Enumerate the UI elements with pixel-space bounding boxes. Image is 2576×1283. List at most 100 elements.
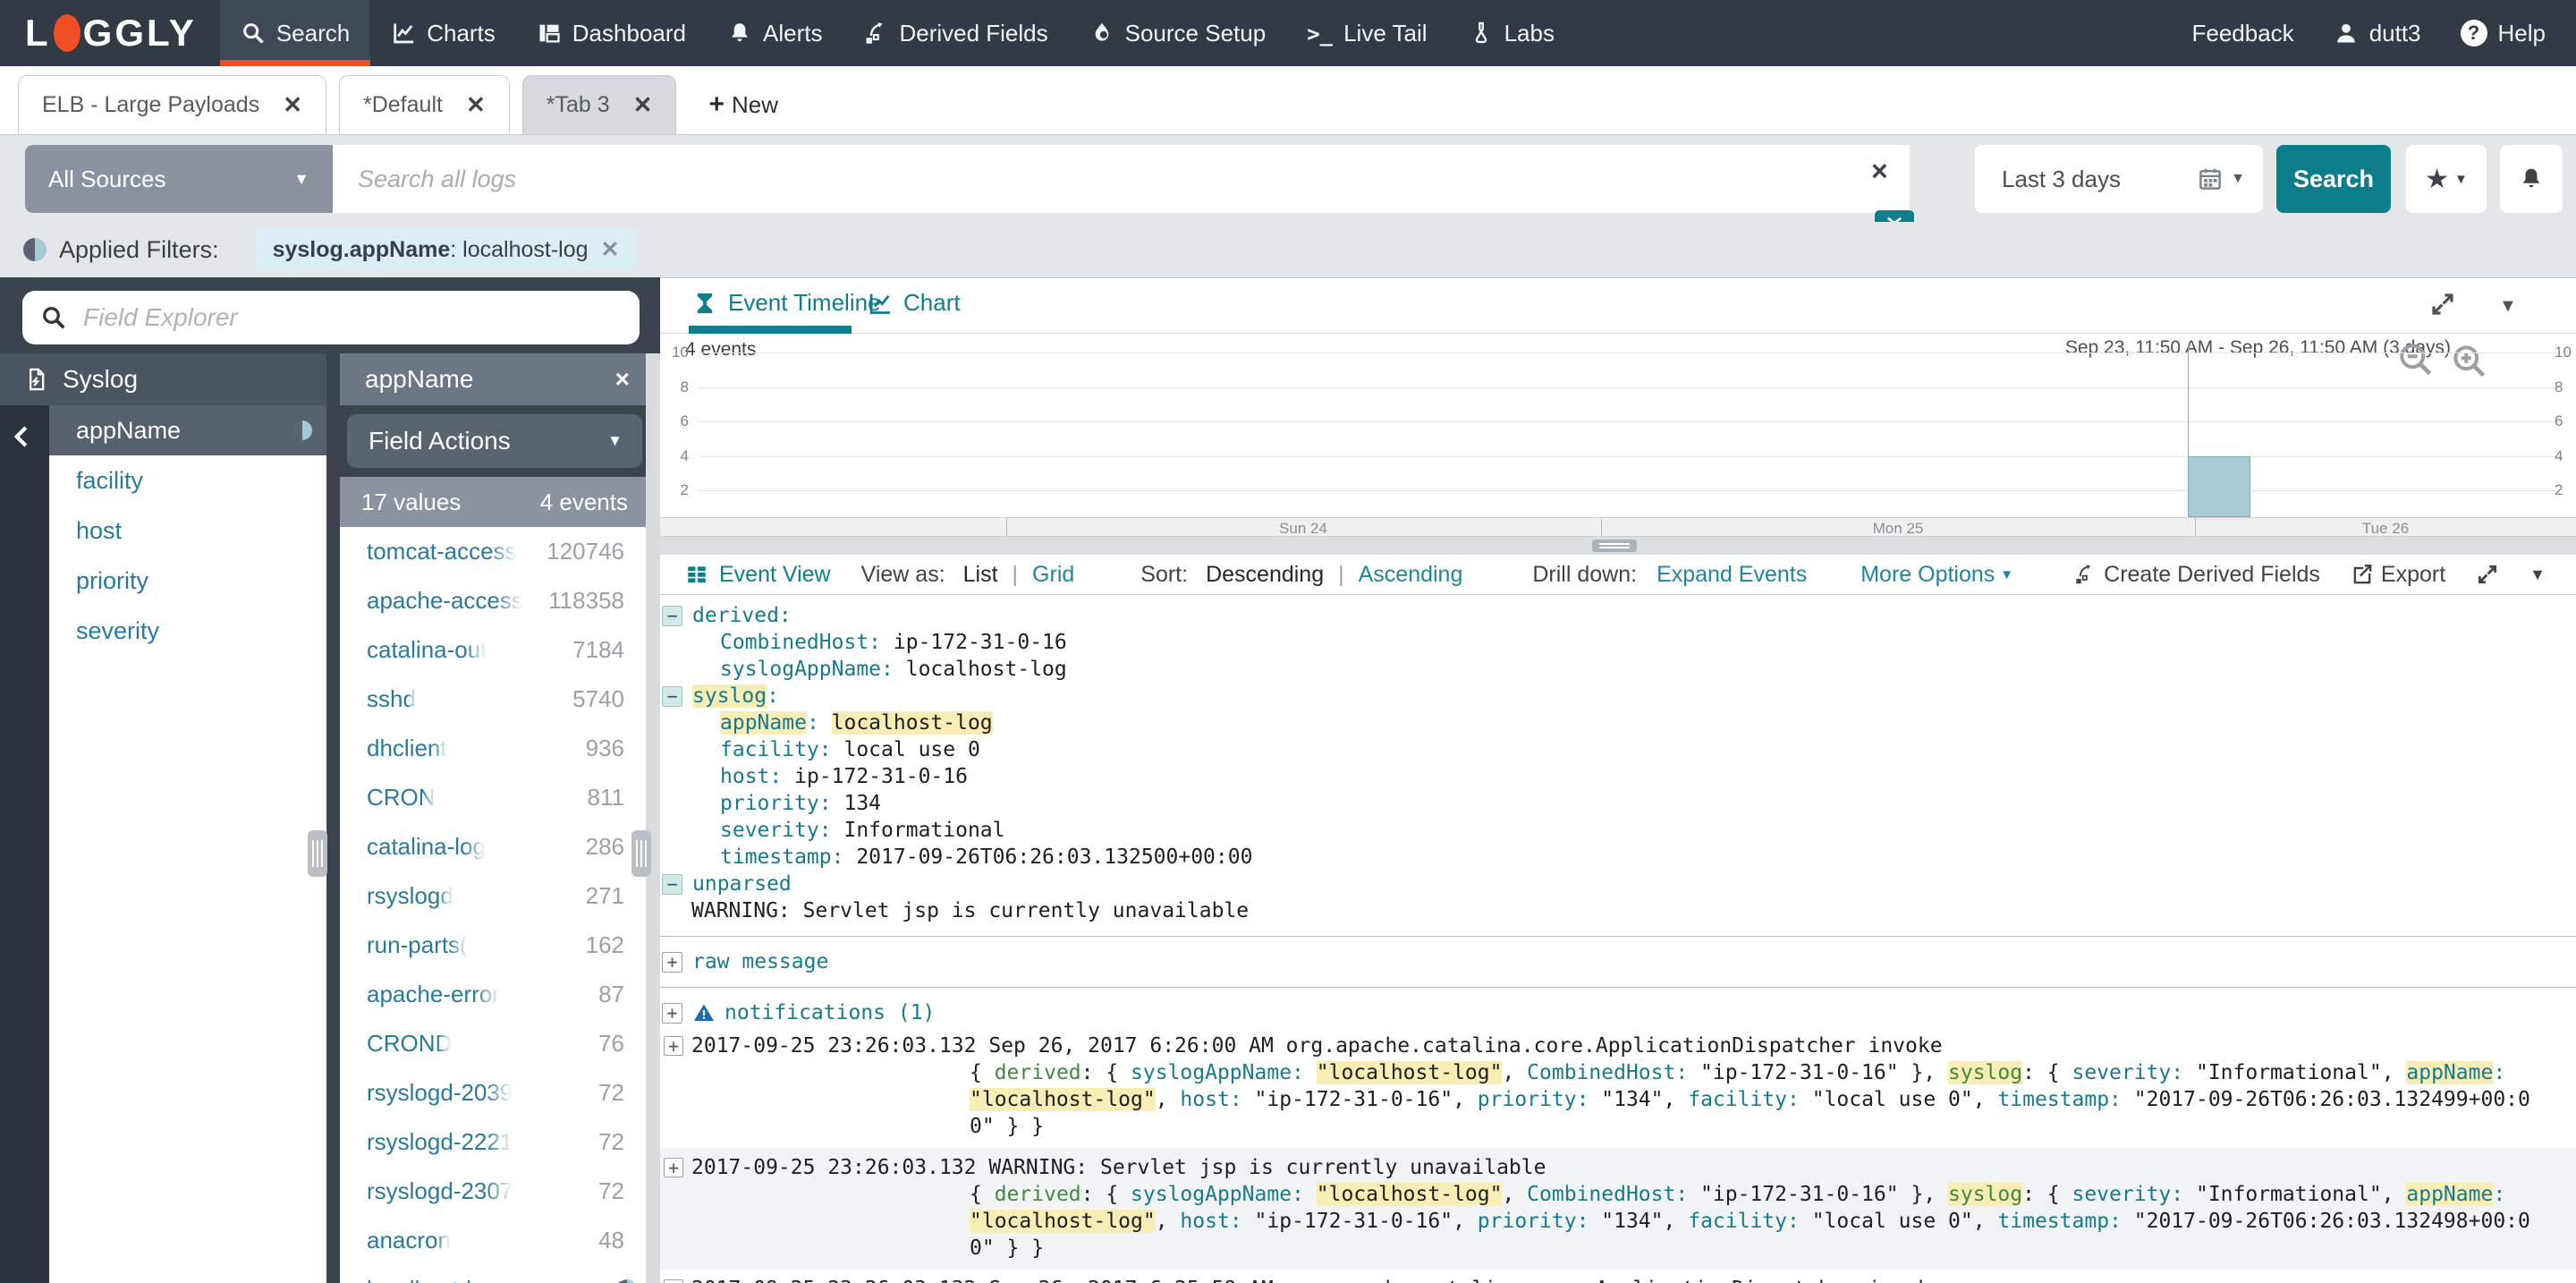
chart-scrollbar[interactable] <box>660 537 2576 555</box>
collapse-icon[interactable]: − <box>662 685 682 707</box>
expand-icon[interactable]: + <box>662 1002 682 1024</box>
value-row[interactable]: apache-access 118358 <box>340 576 646 625</box>
value-row[interactable]: sshd 5740 <box>340 675 646 724</box>
time-range-picker[interactable]: Last 3 days ▼ <box>1975 145 2263 213</box>
alert-button[interactable] <box>2500 145 2563 213</box>
value-row[interactable]: apache-error 87 <box>340 970 646 1019</box>
nav-item-charts[interactable]: Charts <box>370 0 516 66</box>
zoom-in-icon[interactable] <box>2449 341 2488 385</box>
value-name[interactable]: anacron <box>367 1227 451 1254</box>
nav-item-derived-fields[interactable]: Derived Fields <box>843 0 1068 66</box>
value-name[interactable]: CROND <box>367 1030 452 1058</box>
collapse-icon[interactable]: − <box>662 873 682 895</box>
expand-icon[interactable]: + <box>664 1279 683 1283</box>
value-row[interactable]: rsyslogd-2307 72 <box>340 1167 646 1216</box>
field-explorer-input[interactable] <box>81 302 622 333</box>
value-row[interactable]: catalina-out 7184 <box>340 625 646 675</box>
value-row[interactable]: run-parts(162 <box>340 921 646 970</box>
nav-item-live-tail[interactable]: >_ Live Tail <box>1286 0 1447 66</box>
expand-events-icon[interactable] <box>2476 563 2499 586</box>
value-name[interactable]: localhost-log <box>367 1276 497 1283</box>
sort-descending-option[interactable]: Descending <box>1206 562 1324 588</box>
value-name[interactable]: rsyslogd-2221 <box>367 1128 513 1156</box>
help-link[interactable]: ? Help <box>2460 20 2546 47</box>
search-button[interactable]: Search <box>2276 145 2391 213</box>
log-event-row[interactable]: +2017-09-25 23:26:03.132 WARNING: Servle… <box>660 1148 2576 1270</box>
value-name[interactable]: apache-access <box>367 587 523 615</box>
collapse-timeline-icon[interactable]: ▼ <box>2499 296 2517 317</box>
loggly-logo[interactable]: L GGLY <box>0 0 220 66</box>
search-tab-2[interactable]: *Default ✕ <box>339 75 510 134</box>
clear-search-icon[interactable]: × <box>1871 157 1888 185</box>
value-name[interactable]: rsyslogd-2039 <box>367 1079 513 1107</box>
value-row[interactable]: localhost-log4 <box>340 1265 646 1283</box>
value-row[interactable]: rsyslogd-2221 72 <box>340 1117 646 1167</box>
new-tab-button[interactable]: + New <box>689 75 798 134</box>
search-tab-3[interactable]: *Tab 3 ✕ <box>521 75 677 134</box>
nav-item-dashboard[interactable]: Dashboard <box>516 0 707 66</box>
nav-item-alerts[interactable]: Alerts <box>707 0 843 66</box>
nav-item-source-setup[interactable]: Source Setup <box>1069 0 1287 66</box>
search-tab-1[interactable]: ELB - Large Payloads ✕ <box>18 75 326 134</box>
remove-filter-icon[interactable]: ✕ <box>601 236 620 263</box>
collapse-events-icon[interactable]: ▼ <box>2529 565 2546 584</box>
search-input[interactable] <box>333 145 1910 213</box>
log-event-row[interactable]: +2017-09-25 23:26:03.132 Sep 26, 2017 6:… <box>660 1270 2576 1283</box>
nav-item-search[interactable]: Search <box>219 0 371 66</box>
expand-events-option[interactable]: Expand Events <box>1657 562 1807 588</box>
sidebar-field-severity[interactable]: severity <box>49 606 326 656</box>
sidebar-field-host[interactable]: host <box>49 506 326 556</box>
close-tab-icon[interactable]: ✕ <box>633 91 653 119</box>
value-name[interactable]: rsyslogd-2307 <box>367 1177 513 1205</box>
create-derived-fields-button[interactable]: Create Derived Fields <box>2073 562 2320 588</box>
value-row[interactable]: dhclient 936 <box>340 724 646 773</box>
field-actions-button[interactable]: Field Actions ▼ <box>347 414 642 468</box>
value-name[interactable]: dhclient <box>367 735 447 762</box>
value-row[interactable]: catalina-log 286 <box>340 822 646 871</box>
user-menu[interactable]: dutt3 <box>2334 20 2421 47</box>
expand-timeline-icon[interactable] <box>2429 291 2456 322</box>
view-list-option[interactable]: List <box>963 562 998 588</box>
expand-icon[interactable]: + <box>664 1158 683 1177</box>
close-icon[interactable]: × <box>615 365 630 394</box>
collapse-icon[interactable]: − <box>662 605 682 626</box>
sort-ascending-option[interactable]: Ascending <box>1359 562 1463 588</box>
value-row[interactable]: anacron 48 <box>340 1216 646 1265</box>
field-group-header[interactable]: Syslog <box>0 353 326 405</box>
saved-searches-button[interactable]: ★ ▼ <box>2406 145 2487 213</box>
value-name[interactable]: run-parts( <box>367 931 468 959</box>
sidebar-field-priority[interactable]: priority <box>49 556 326 606</box>
view-grid-option[interactable]: Grid <box>1032 562 1074 588</box>
event-count-bar[interactable] <box>2188 455 2250 517</box>
value-name[interactable]: tomcat-access <box>367 538 517 565</box>
event-view-title[interactable]: Event View <box>685 562 831 588</box>
zoom-out-icon[interactable] <box>2395 339 2435 383</box>
nav-item-labs[interactable]: Labs <box>1448 0 1575 66</box>
value-row[interactable]: rsyslogd 271 <box>340 871 646 921</box>
close-tab-icon[interactable]: ✕ <box>466 91 486 119</box>
chevron-left-icon[interactable] <box>9 421 36 452</box>
tab-event-timeline[interactable]: Event Timeline <box>692 289 881 317</box>
feedback-link[interactable]: Feedback <box>2192 20 2294 47</box>
value-name[interactable]: apache-error <box>367 981 500 1008</box>
value-name[interactable]: catalina-out <box>367 636 487 664</box>
close-tab-icon[interactable]: ✕ <box>283 91 302 119</box>
value-name[interactable]: rsyslogd <box>367 882 453 910</box>
value-name[interactable]: sshd <box>367 685 416 713</box>
sidebar-field-facility[interactable]: facility <box>49 455 326 506</box>
export-button[interactable]: Export <box>2351 562 2445 588</box>
value-row[interactable]: CROND 76 <box>340 1019 646 1068</box>
log-event-row[interactable]: +2017-09-25 23:26:03.132 Sep 26, 2017 6:… <box>660 1026 2576 1148</box>
value-row[interactable]: rsyslogd-2039 72 <box>340 1068 646 1117</box>
sidebar-field-appName[interactable]: appName <box>49 405 326 455</box>
chart-scrollbar-handle[interactable] <box>1592 540 1637 552</box>
panel-resize-handle[interactable] <box>308 830 327 877</box>
value-row[interactable]: tomcat-access 120746 <box>340 527 646 576</box>
source-selector[interactable]: All Sources ▼ <box>25 145 333 213</box>
value-name[interactable]: CRON <box>367 784 436 811</box>
filter-chip[interactable]: syslog.appName : localhost-log ✕ <box>254 229 638 270</box>
values-scrollbar[interactable] <box>646 353 660 1283</box>
tab-chart[interactable]: Chart <box>868 289 961 317</box>
expand-icon[interactable]: + <box>664 1036 683 1056</box>
more-options-menu[interactable]: More Options ▼ <box>1860 562 2013 588</box>
